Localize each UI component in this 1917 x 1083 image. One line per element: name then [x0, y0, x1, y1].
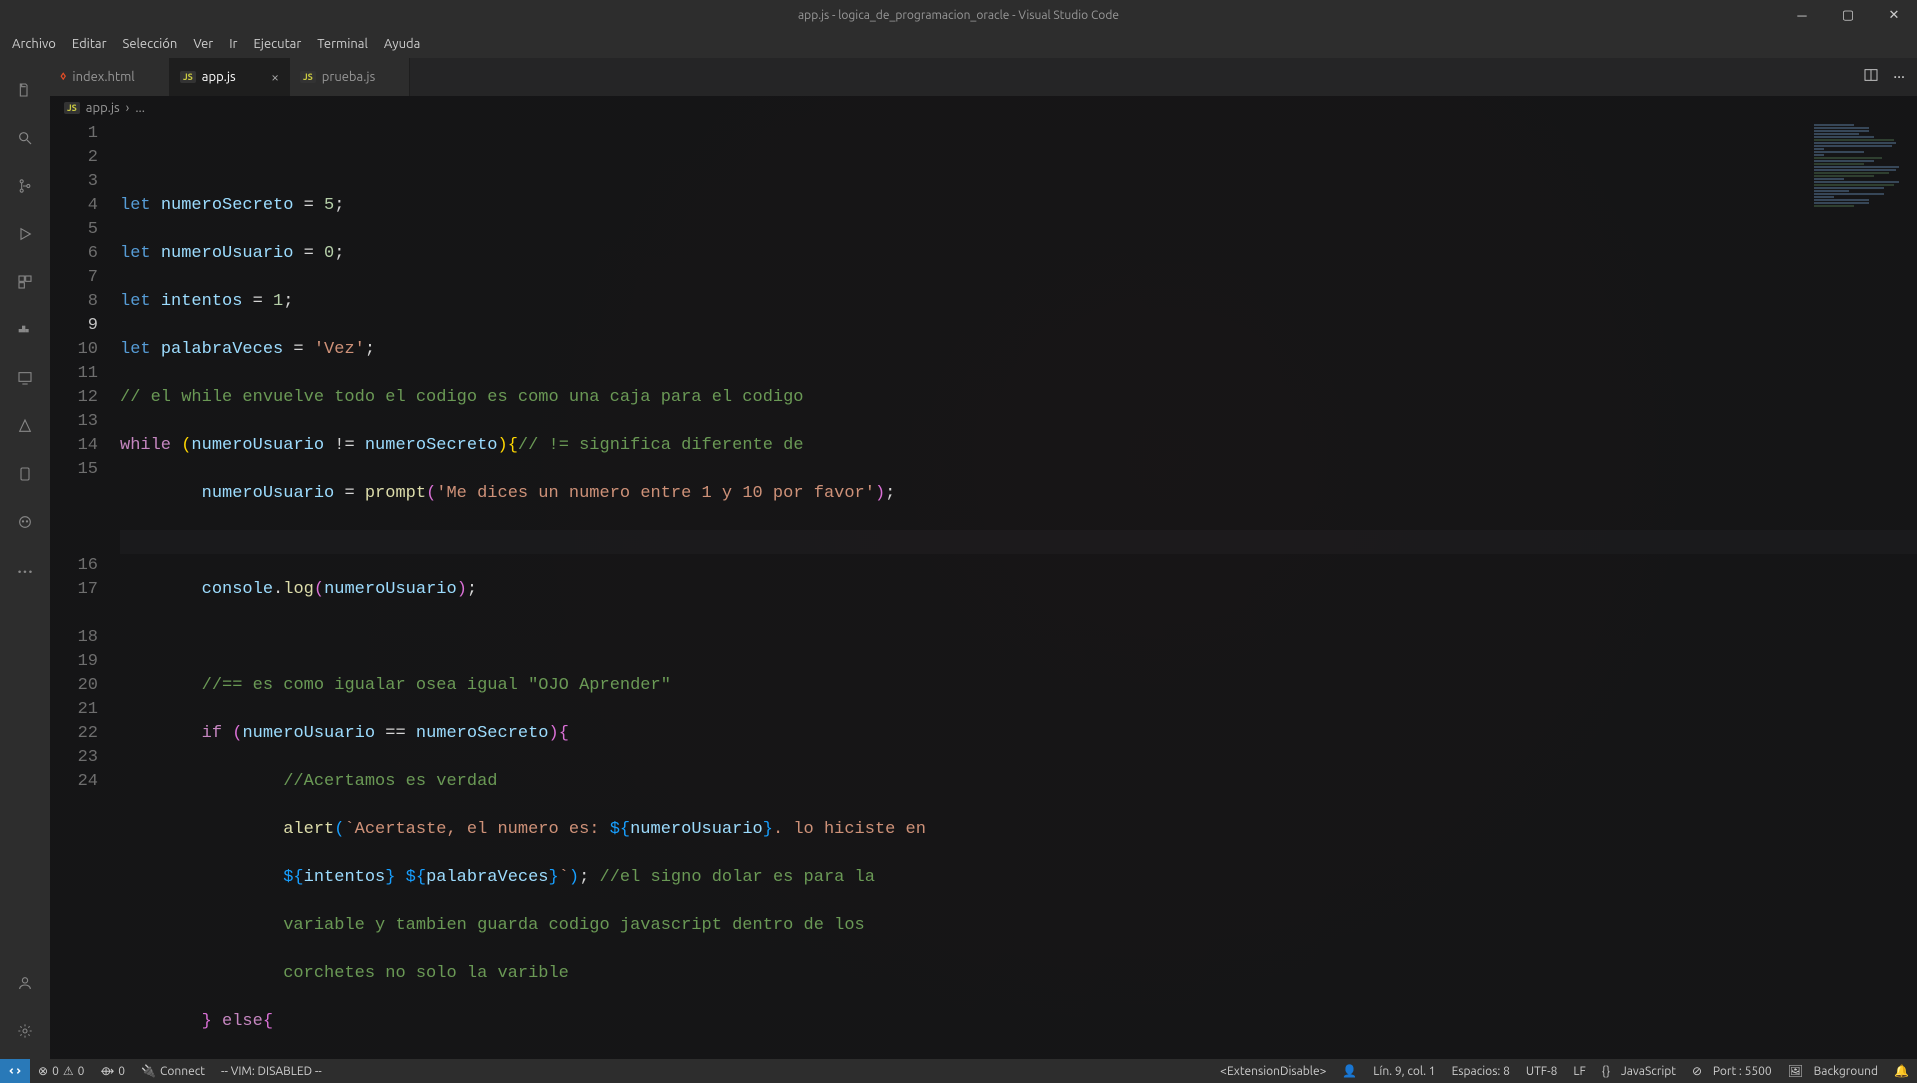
ports-button[interactable]: ⟴0 [92, 1059, 133, 1083]
vim-status[interactable]: -- VIM: DISABLED -- [213, 1059, 330, 1083]
connect-button[interactable]: 🔌Connect [133, 1059, 213, 1083]
tabs-container: ◊ index.html JS app.js × JS prueba.js ··… [50, 58, 1917, 96]
indentation[interactable]: Espacios: 8 [1444, 1059, 1518, 1083]
breadcrumb-more: ... [135, 101, 145, 115]
tab-app-js[interactable]: JS app.js × [170, 58, 290, 96]
source-control-icon[interactable] [1, 162, 49, 210]
split-editor-icon[interactable] [1863, 67, 1879, 87]
code-content[interactable]: let numeroSecreto = 5; let numeroUsuario… [120, 120, 1917, 1059]
activity-bar: ··· [0, 58, 50, 1059]
menu-archivo[interactable]: Archivo [4, 33, 64, 55]
tab-index-html[interactable]: ◊ index.html [50, 58, 170, 96]
radio-icon: ⟴ [100, 1064, 114, 1078]
tab-label: index.html [72, 70, 134, 84]
image-icon: 🖼 [1788, 1064, 1803, 1078]
menu-editar[interactable]: Editar [64, 33, 115, 55]
menu-terminal[interactable]: Terminal [309, 33, 376, 55]
settings-icon[interactable] [1, 1007, 49, 1055]
cursor-position[interactable]: Lín. 9, col. 1 [1365, 1059, 1443, 1083]
notifications-icon[interactable]: 🔔 [1886, 1059, 1917, 1083]
explorer-icon[interactable] [1, 66, 49, 114]
error-icon: ⊗ [38, 1064, 48, 1078]
line-gutter: 1 2 3 4 5 6 7 8 9 10 11 12 13 14 15 16 1… [50, 120, 120, 1059]
editor-area: ◊ index.html JS app.js × JS prueba.js ··… [50, 58, 1917, 1059]
breadcrumb-sep: › [126, 101, 130, 115]
close-icon[interactable]: × [271, 69, 279, 85]
tab-label: prueba.js [322, 70, 375, 84]
search-icon[interactable] [1, 114, 49, 162]
maximize-button[interactable]: ▢ [1825, 0, 1871, 30]
language-mode[interactable]: {} JavaScript [1594, 1059, 1684, 1083]
extension-disable[interactable]: <ExtensionDisable> [1212, 1059, 1334, 1083]
bookmark-icon[interactable] [1, 450, 49, 498]
close-button[interactable]: ✕ [1871, 0, 1917, 30]
minimize-button[interactable]: ─ [1779, 0, 1825, 30]
code-editor[interactable]: 1 2 3 4 5 6 7 8 9 10 11 12 13 14 15 16 1… [50, 120, 1917, 1059]
menubar: Archivo Editar Selección Ver Ir Ejecutar… [0, 30, 1917, 58]
menu-ir[interactable]: Ir [221, 33, 245, 55]
live-server-port[interactable]: ⊘ Port : 5500 [1684, 1059, 1780, 1083]
tab-label: app.js [202, 70, 236, 84]
run-debug-icon[interactable] [1, 210, 49, 258]
account-icon[interactable] [1, 959, 49, 1007]
more-actions-icon[interactable]: ··· [1893, 68, 1905, 86]
html-icon: ◊ [60, 71, 66, 83]
extensions-icon[interactable] [1, 258, 49, 306]
background-button[interactable]: 🖼 Background [1780, 1059, 1886, 1083]
encoding[interactable]: UTF-8 [1518, 1059, 1565, 1083]
window-title: app.js - logica_de_programacion_oracle -… [798, 9, 1119, 22]
breadcrumb[interactable]: JS app.js › ... [50, 96, 1917, 120]
eol[interactable]: LF [1565, 1059, 1593, 1083]
js-icon: JS [64, 102, 80, 114]
remote-explorer-icon[interactable] [1, 354, 49, 402]
menu-ver[interactable]: Ver [185, 33, 221, 55]
remote-button[interactable] [0, 1059, 30, 1083]
menu-seleccion[interactable]: Selección [115, 33, 186, 55]
live-share-icon[interactable]: 👤 [1334, 1059, 1365, 1083]
js-icon: JS [180, 71, 196, 83]
warning-icon: ⚠ [63, 1064, 74, 1078]
titlebar: app.js - logica_de_programacion_oracle -… [0, 0, 1917, 30]
js-icon: JS [300, 71, 316, 83]
docker-icon[interactable] [1, 306, 49, 354]
statusbar: ⊗0 ⚠0 ⟴0 🔌Connect -- VIM: DISABLED -- <E… [0, 1059, 1917, 1083]
tab-prueba-js[interactable]: JS prueba.js [290, 58, 410, 96]
menu-ejecutar[interactable]: Ejecutar [246, 33, 310, 55]
plug-icon: 🔌 [141, 1064, 156, 1078]
copilot-icon[interactable] [1, 498, 49, 546]
azure-icon[interactable] [1, 402, 49, 450]
more-icon[interactable]: ··· [1, 546, 49, 594]
problems-button[interactable]: ⊗0 ⚠0 [30, 1059, 92, 1083]
breadcrumb-file: app.js [86, 101, 120, 115]
menu-ayuda[interactable]: Ayuda [376, 33, 428, 55]
